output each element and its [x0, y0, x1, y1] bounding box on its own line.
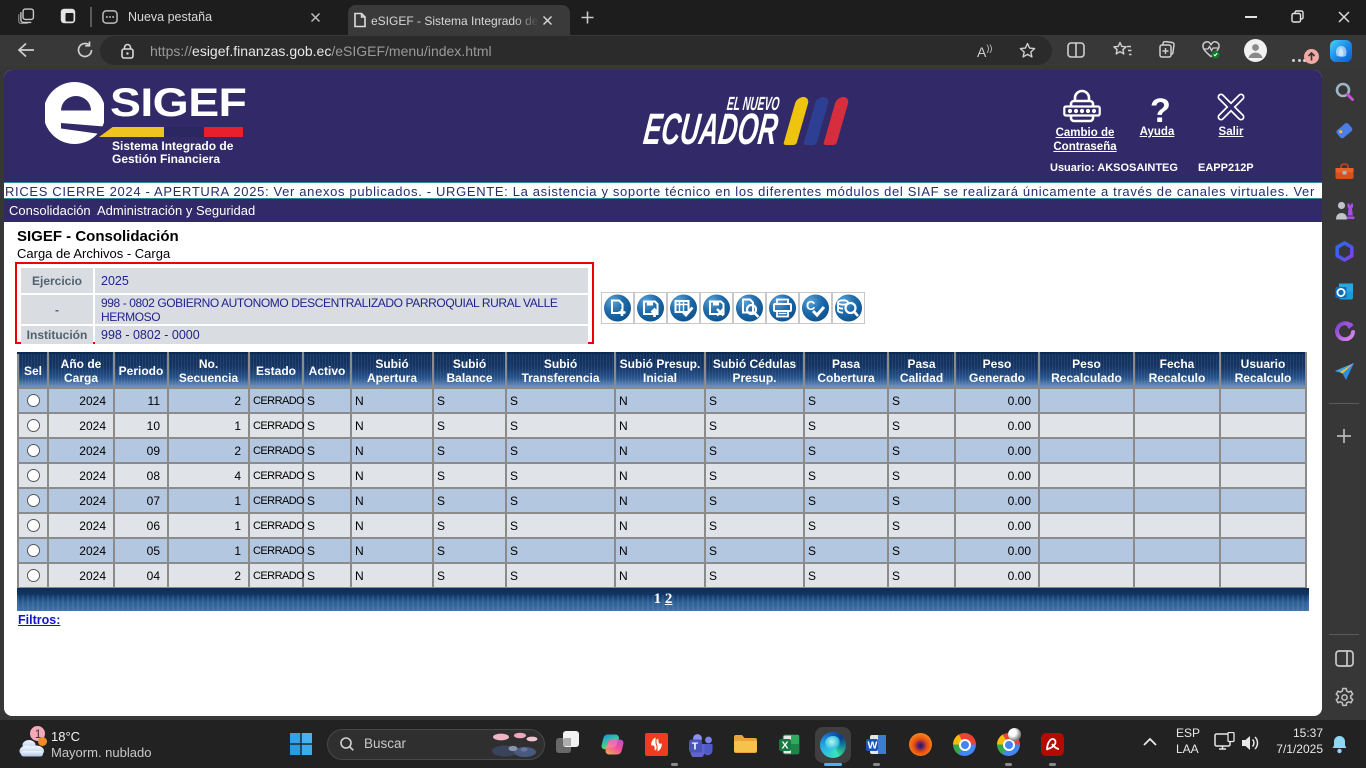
svg-text:T: T — [692, 741, 699, 753]
svg-text:W: W — [868, 740, 878, 752]
svg-text:X: X — [782, 740, 789, 752]
